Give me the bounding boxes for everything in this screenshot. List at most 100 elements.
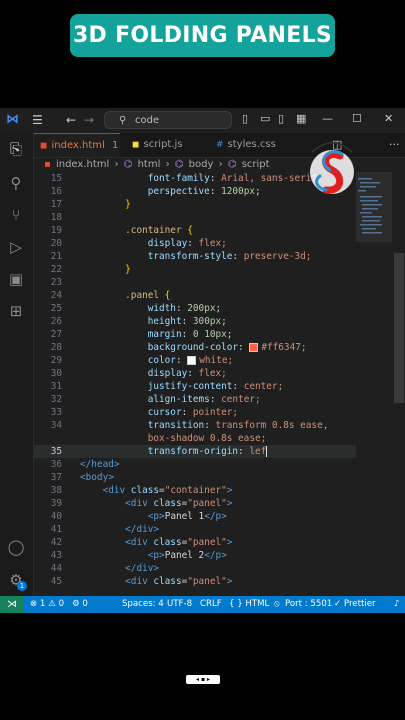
code-content: justify-content: center;: [80, 380, 283, 393]
code-line[interactable]: 34 transition: transform 0.8s ease,: [34, 419, 356, 432]
code-line[interactable]: 21 transform-style: preserve-3d;: [34, 250, 356, 263]
account-icon[interactable]: ◯: [6, 537, 26, 557]
minimize-window-icon[interactable]: —: [322, 112, 333, 125]
toggle-secondary-sidebar-icon[interactable]: ▯: [278, 112, 284, 125]
code-line[interactable]: 39 <div class="panel">: [34, 497, 356, 510]
vertical-scrollbar[interactable]: [394, 253, 404, 403]
code-line[interactable]: 36 </head>: [34, 458, 356, 471]
code-editor[interactable]: 15 font-family: Arial, sans-serif; 16 per…: [34, 172, 356, 596]
close-window-icon[interactable]: ✕: [384, 112, 393, 125]
breadcrumb-item[interactable]: script: [242, 159, 270, 170]
line-number: 42: [50, 537, 62, 548]
breadcrumb-item[interactable]: html: [138, 159, 161, 170]
code-line[interactable]: 29 color: white;: [34, 354, 356, 367]
code-line[interactable]: 28 background-color: #ff6347;: [34, 341, 356, 354]
source-control-icon[interactable]: ⑂: [6, 205, 26, 225]
text-cursor: [266, 446, 268, 457]
css-property: width: [147, 303, 176, 314]
element-icon: ⌬: [123, 159, 133, 170]
js-file-icon: ◼: [132, 140, 140, 150]
live-server-status[interactable]: Port : 5501: [285, 596, 332, 613]
html-attribute-value: "panel": [187, 576, 227, 587]
code-line[interactable]: 44 </div>: [34, 562, 356, 575]
code-line[interactable]: 35 transform-origin: lef: [34, 445, 356, 458]
line-number: 45: [50, 576, 62, 587]
remote-indicator-icon[interactable]: ⋊: [0, 596, 24, 613]
status-bar: ⋊ ⊗ 1 ⚠ 0 ⚙ 0 Spaces: 4 UTF-8 CRLF { } H…: [0, 596, 405, 613]
code-line[interactable]: 43 <p>Panel 2</p>: [34, 549, 356, 562]
code-token: :: [181, 316, 193, 327]
code-line[interactable]: 31 justify-content: center;: [34, 380, 356, 393]
encoding-status[interactable]: UTF-8: [167, 596, 192, 613]
code-line[interactable]: 18: [34, 211, 356, 224]
more-actions-icon[interactable]: ···: [389, 138, 400, 151]
html-tag: <div: [125, 537, 148, 548]
code-content: align-items: center;: [80, 393, 261, 406]
back-arrow-icon[interactable]: ←: [66, 112, 76, 128]
code-line[interactable]: box-shadow 0.8s ease;: [34, 432, 356, 445]
code-line[interactable]: 42 <div class="panel">: [34, 536, 356, 549]
html-text: Panel 1: [164, 511, 205, 522]
notifications-icon[interactable]: ♪: [394, 596, 400, 613]
code-token: ;: [221, 316, 227, 327]
html-attribute: class: [125, 485, 160, 496]
line-number: 25: [50, 303, 62, 314]
maximize-window-icon[interactable]: ☐: [352, 112, 362, 125]
code-line[interactable]: 20 display: flex;: [34, 237, 356, 250]
prettier-status[interactable]: ✓ Prettier: [334, 596, 376, 613]
search-icon[interactable]: ⚲: [6, 173, 26, 193]
language-mode-status[interactable]: { } HTML: [229, 596, 269, 613]
code-line[interactable]: 27 margin: 0 10px;: [34, 328, 356, 341]
code-line[interactable]: 24 .panel {: [34, 289, 356, 302]
code-token: :: [209, 173, 222, 184]
tab-styles-css[interactable]: # styles.css: [210, 133, 298, 157]
toggle-panel-icon[interactable]: ▭: [260, 112, 270, 125]
code-line[interactable]: 26 height: 300px;: [34, 315, 356, 328]
command-center-search[interactable]: ⚲ code: [104, 111, 232, 129]
minimap[interactable]: [356, 172, 392, 596]
menu-icon[interactable]: ☰: [32, 112, 43, 128]
code-line[interactable]: 40 <p>Panel 1</p>: [34, 510, 356, 523]
explorer-icon[interactable]: ⎘: [6, 139, 26, 159]
line-number: 37: [50, 472, 62, 483]
ports-status[interactable]: ⚙ 0: [72, 596, 88, 613]
chevron-right-icon: ›: [165, 159, 170, 170]
code-line[interactable]: 37 <body>: [34, 471, 356, 484]
code-line[interactable]: 41 </div>: [34, 523, 356, 536]
html-tag: >: [153, 524, 160, 535]
problems-status[interactable]: ⊗ 1 ⚠ 0: [30, 596, 64, 613]
toggle-primary-sidebar-icon[interactable]: ▯: [242, 112, 248, 125]
line-number: 22: [50, 264, 62, 275]
command-center-label: code: [135, 115, 160, 126]
code-token: :: [187, 368, 199, 379]
remote-explorer-icon[interactable]: ▣: [6, 269, 26, 289]
code-line[interactable]: 19 .container {: [34, 224, 356, 237]
breadcrumb-item[interactable]: index.html: [56, 159, 109, 170]
code-line[interactable]: 23: [34, 276, 356, 289]
extensions-icon[interactable]: ⊞: [6, 301, 26, 321]
css-property: perspective: [147, 186, 210, 197]
code-line[interactable]: 32 align-items: center;: [34, 393, 356, 406]
breadcrumb-item[interactable]: body: [189, 159, 214, 170]
css-property: cursor: [147, 407, 182, 418]
code-token: :: [187, 238, 199, 249]
run-debug-icon[interactable]: ▷: [6, 237, 26, 257]
code-content: transform-origin: lef: [80, 445, 268, 458]
forward-arrow-icon[interactable]: →: [84, 112, 94, 128]
code-token: :: [232, 251, 244, 262]
code-line[interactable]: 33 cursor: pointer;: [34, 406, 356, 419]
code-line[interactable]: 38 <div class="container">: [34, 484, 356, 497]
code-token: :: [232, 381, 244, 392]
html-attribute: class: [147, 498, 182, 509]
line-number: 35: [50, 446, 62, 457]
customize-layout-icon[interactable]: ▦: [296, 112, 306, 125]
indentation-status[interactable]: Spaces: 4: [122, 596, 164, 613]
eol-status[interactable]: CRLF: [200, 596, 222, 613]
code-line[interactable]: 45 <div class="panel">: [34, 575, 356, 588]
code-line[interactable]: 30 display: flex;: [34, 367, 356, 380]
code-line[interactable]: 25 width: 200px;: [34, 302, 356, 315]
code-line[interactable]: 22 }: [34, 263, 356, 276]
tab-index-html[interactable]: ◼ index.html 1: [34, 133, 120, 157]
tab-script-js[interactable]: ◼ script.js: [126, 133, 206, 157]
code-token: :: [175, 303, 188, 314]
